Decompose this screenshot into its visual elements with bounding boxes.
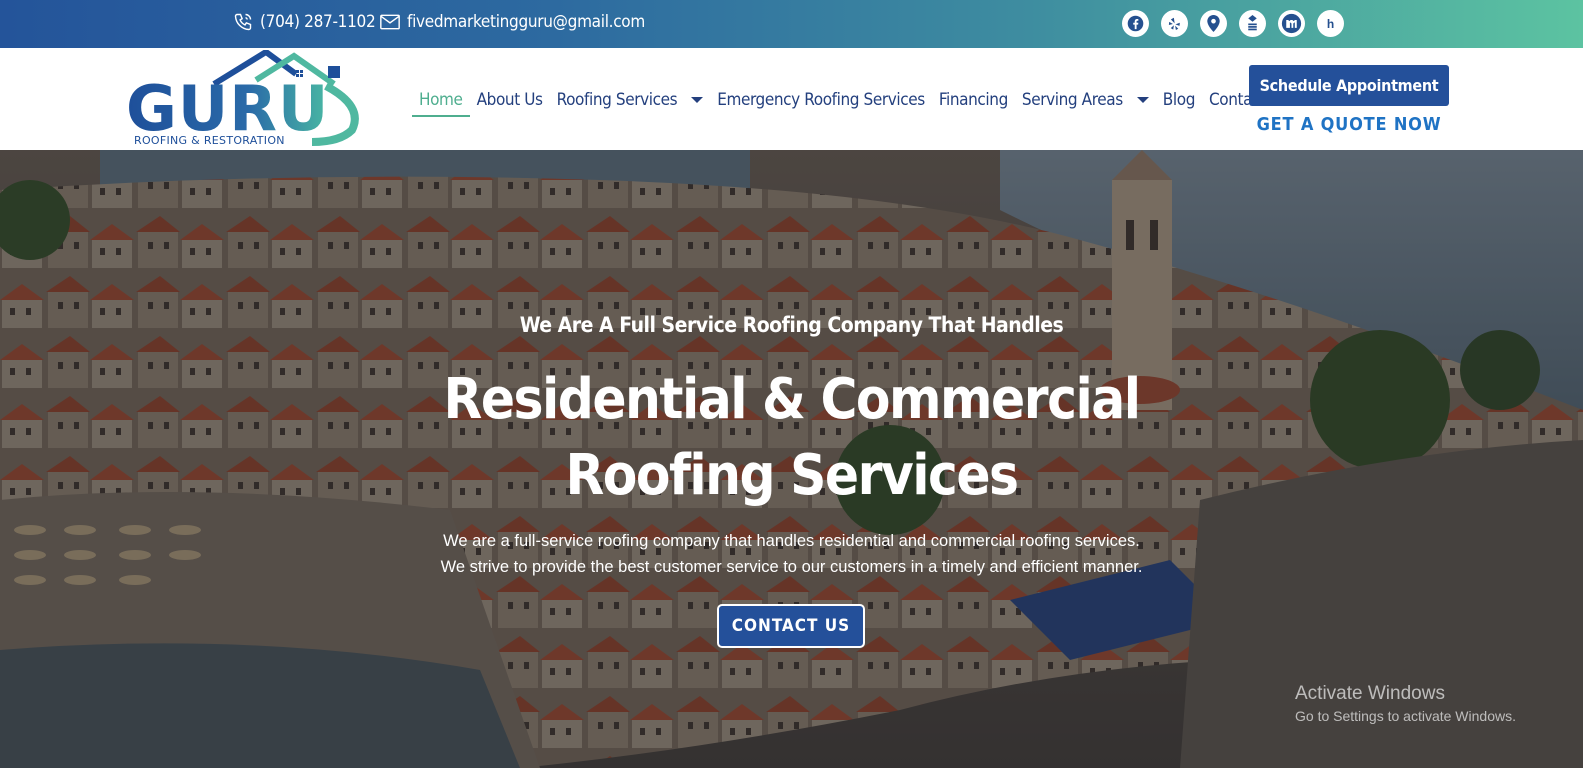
hero-description: We are a full-service roofing company th… [0, 528, 1583, 580]
nav-about-label: About Us [476, 90, 543, 110]
email-address: fivedmarketingguru@gmail.com [407, 12, 645, 32]
social-links: h [1122, 10, 1344, 37]
get-quote-link[interactable]: GET A QUOTE NOW [1249, 114, 1449, 135]
nav-serving-areas-label: Serving Areas [1021, 90, 1123, 110]
facebook-icon[interactable] [1122, 10, 1149, 37]
watermark-title: Activate Windows [1295, 683, 1445, 704]
email-link[interactable]: fivedmarketingguru@gmail.com [380, 12, 645, 32]
yelp-icon[interactable] [1161, 10, 1188, 37]
phone-icon [233, 12, 253, 32]
chevron-down-icon[interactable] [1136, 97, 1149, 103]
nav-emergency-label: Emergency Roofing Services [717, 90, 925, 110]
bbb-icon[interactable] [1239, 10, 1266, 37]
phone-link[interactable]: (704) 287-1102 [233, 12, 376, 32]
hero-description-line2: We strive to provide the best customer s… [440, 558, 1143, 576]
nav-financing[interactable]: Financing [932, 88, 1015, 112]
watermark-subtitle: Go to Settings to activate Windows. [1295, 708, 1516, 724]
site-header: GURU ROOFING & RESTORATION Home About Us… [0, 48, 1583, 150]
main-nav: Home About Us Roofing Services Emergency… [412, 88, 1296, 117]
nav-financing-label: Financing [938, 90, 1008, 110]
envelope-icon [380, 14, 400, 30]
nav-serving-areas[interactable]: Serving Areas [1015, 88, 1156, 112]
hero-section: We Are A Full Service Roofing Company Th… [0, 150, 1583, 768]
phone-number: (704) 287-1102 [260, 12, 376, 32]
m-icon[interactable] [1278, 10, 1305, 37]
hero-headline: Residential & Commercial Roofing Service… [0, 362, 1583, 514]
hero-subtitle: We Are A Full Service Roofing Company Th… [519, 313, 1064, 337]
chevron-down-icon[interactable] [691, 97, 704, 103]
hero-content: We Are A Full Service Roofing Company Th… [0, 150, 1583, 768]
nav-about[interactable]: About Us [470, 88, 550, 112]
windows-activation-watermark: Activate Windows Go to Settings to activ… [1295, 683, 1516, 724]
schedule-appointment-button[interactable]: Schedule Appointment [1249, 65, 1449, 106]
logo-tagline: ROOFING & RESTORATION [134, 134, 285, 147]
hero-headline-line1: Residential & Commercial [443, 367, 1141, 432]
site-logo[interactable]: GURU ROOFING & RESTORATION [126, 48, 366, 148]
map-pin-icon[interactable] [1200, 10, 1227, 37]
houzz-glyph: h [1326, 16, 1335, 31]
nav-home-label: Home [419, 90, 463, 110]
top-contact-bar: (704) 287-1102 fivedmarketingguru@gmail.… [0, 0, 1583, 48]
houzz-icon[interactable]: h [1317, 10, 1344, 37]
nav-blog[interactable]: Blog [1156, 88, 1202, 112]
nav-roofing-services[interactable]: Roofing Services [550, 88, 711, 112]
hero-description-line1: We are a full-service roofing company th… [443, 532, 1140, 550]
contact-us-button[interactable]: CONTACT US [717, 604, 865, 648]
nav-blog-label: Blog [1162, 90, 1196, 110]
hero-headline-line2: Roofing Services [565, 443, 1019, 508]
nav-emergency[interactable]: Emergency Roofing Services [710, 88, 932, 112]
nav-home[interactable]: Home [412, 88, 470, 117]
nav-roofing-services-label: Roofing Services [556, 90, 678, 110]
